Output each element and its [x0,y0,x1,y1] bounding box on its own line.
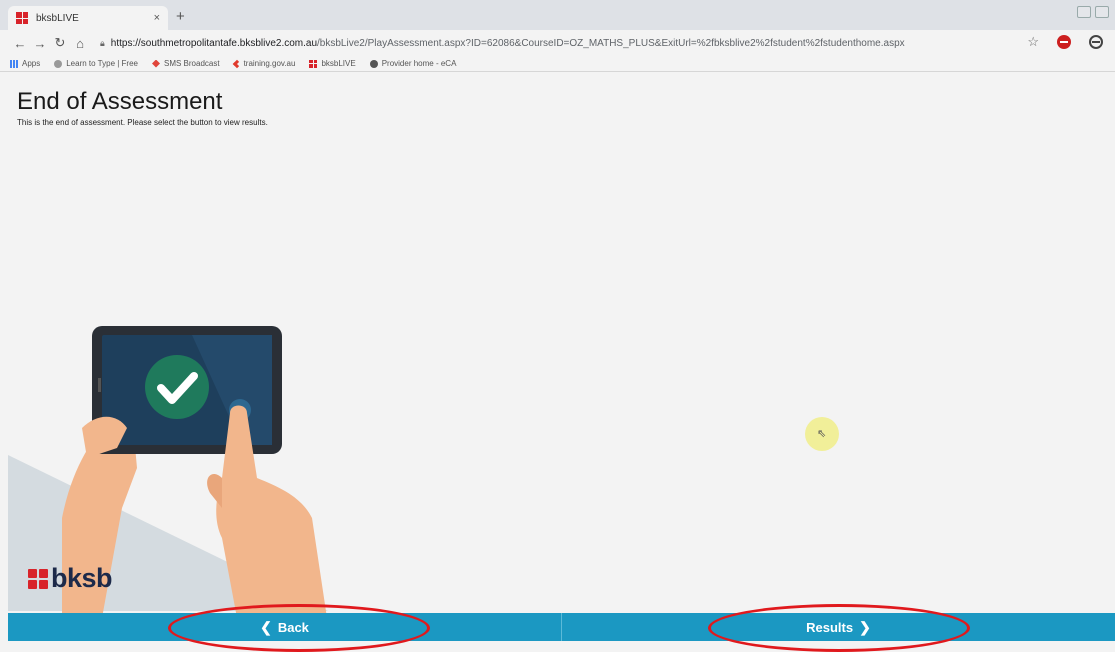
bookmarks-bar: Apps Learn to Type | Free SMS Broadcast … [0,56,1115,72]
bksb-logo: bksb [28,563,113,594]
profile-icon[interactable] [1089,35,1103,49]
tab-title: bksbLIVE [36,12,79,24]
reload-icon[interactable]: ↻ [50,35,70,51]
lock-icon: 🔒︎ [100,37,105,48]
back-chevron-icon: ❮ [260,618,272,635]
stop-extension-icon[interactable] [1057,35,1071,49]
mouse-cursor-icon: ⇖ [817,428,827,440]
bookmark-sms-broadcast[interactable]: SMS Broadcast [151,59,220,68]
page-title: End of Assessment [17,88,223,115]
forward-chevron-icon: ❯ [859,618,871,635]
bksb-favicon-icon [309,59,318,68]
back-arrow-icon[interactable]: ← [10,36,30,51]
assessment-nav-bar: ❮ Back Results ❯ [8,613,1115,641]
forward-arrow-icon[interactable]: → [30,36,50,51]
bookmark-training-gov[interactable]: training.gov.au [232,59,295,68]
minimize-icon[interactable] [1077,6,1091,18]
tab-close-icon[interactable]: × [154,12,160,24]
browser-tabstrip: bksbLIVE × + [0,0,1115,30]
window-controls [1077,6,1109,18]
back-button[interactable]: ❮ Back [8,613,561,641]
bookmark-learn-to-type[interactable]: Learn to Type | Free [54,59,138,68]
url-path: /bksbLive2/PlayAssessment.aspx?ID=62086&… [317,37,905,49]
apps-grid-icon [10,59,18,68]
keyboard-icon [54,59,63,68]
eye-icon [369,59,378,68]
maximize-icon[interactable] [1095,6,1109,18]
new-tab-button[interactable]: + [176,8,185,25]
bookmark-bksblive[interactable]: bksbLIVE [309,59,356,68]
assessment-page: End of Assessment This is the end of ass… [0,73,1115,652]
logo-text: bksb [51,563,113,593]
training-gov-icon [232,59,241,68]
results-label: Results [806,619,854,635]
bksb-favicon-icon [16,12,28,24]
sms-icon [151,59,160,68]
page-subtitle: This is the end of assessment. Please se… [17,118,268,127]
checkmark-icon [145,355,209,419]
browser-toolbar: ← → ↻ ⌂ 🔒︎ https://southmetropolitantafe… [0,30,1115,56]
home-icon[interactable]: ⌂ [70,36,90,51]
bookmark-apps[interactable]: Apps [10,59,40,68]
bksb-logo-mark-icon [28,568,48,589]
address-bar[interactable]: 🔒︎ https://southmetropolitantafe.bksbliv… [100,38,920,49]
bookmark-provider-home[interactable]: Provider home - eCA [369,59,456,68]
browser-tab[interactable]: bksbLIVE × [8,6,168,30]
url-host: https://southmetropolitantafe.bksblive2.… [110,37,318,49]
back-label: Back [277,619,309,635]
results-button[interactable]: Results ❯ [562,613,1115,641]
star-icon[interactable]: ☆ [1027,34,1039,50]
